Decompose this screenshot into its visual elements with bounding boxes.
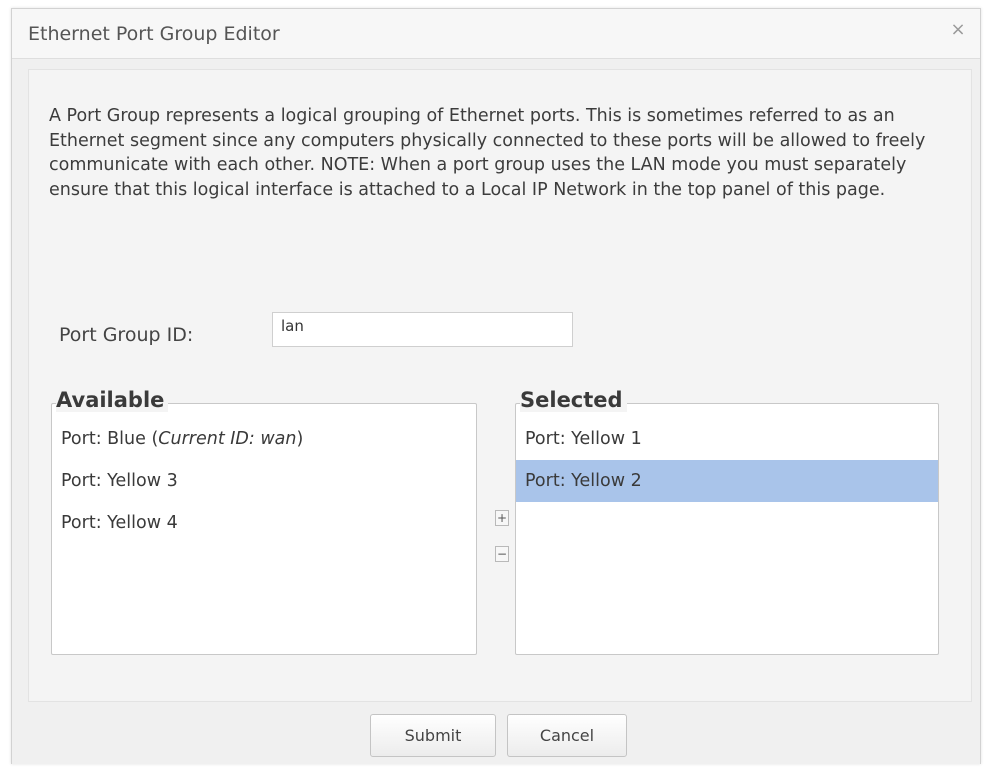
dialog-body: A Port Group represents a logical groupi…	[28, 69, 972, 702]
selected-ports-list[interactable]: Port: Yellow 1 Port: Yellow 2	[515, 403, 939, 655]
remove-port-button[interactable]: −	[495, 546, 509, 562]
available-port-label: Port: Blue (	[61, 429, 159, 449]
current-id-note: Current ID: wan	[158, 429, 297, 449]
port-group-id-label: Port Group ID:	[59, 324, 194, 346]
available-port-label-suffix: )	[296, 429, 304, 449]
available-port-item[interactable]: Port: Yellow 3	[52, 460, 476, 502]
dialog-titlebar: Ethernet Port Group Editor ×	[12, 9, 980, 59]
available-port-label: Port: Yellow 3	[61, 471, 178, 491]
available-port-label: Port: Yellow 4	[61, 513, 178, 533]
available-port-item[interactable]: Port: Yellow 4	[52, 502, 476, 544]
dialog-title: Ethernet Port Group Editor	[28, 23, 280, 45]
dialog-description: A Port Group represents a logical groupi…	[49, 106, 926, 200]
selected-port-label: Port: Yellow 1	[525, 429, 642, 449]
selected-port-item-highlighted[interactable]: Port: Yellow 2	[516, 460, 938, 502]
available-legend: Available	[56, 388, 169, 412]
port-group-editor-dialog: Ethernet Port Group Editor × A Port Grou…	[11, 8, 981, 764]
cancel-button[interactable]: Cancel	[507, 714, 627, 757]
available-port-item[interactable]: Port: Blue (Current ID: wan)	[52, 418, 476, 460]
available-ports-list[interactable]: Port: Blue (Current ID: wan) Port: Yello…	[51, 403, 477, 655]
selected-port-item[interactable]: Port: Yellow 1	[516, 418, 938, 460]
submit-button[interactable]: Submit	[370, 714, 496, 757]
selected-legend: Selected	[520, 388, 627, 412]
port-group-id-input[interactable]	[272, 312, 573, 347]
dialog-footer: Submit Cancel	[12, 706, 980, 764]
add-port-button[interactable]: +	[495, 510, 509, 526]
selected-port-label: Port: Yellow 2	[525, 471, 642, 491]
close-icon[interactable]: ×	[948, 20, 968, 40]
